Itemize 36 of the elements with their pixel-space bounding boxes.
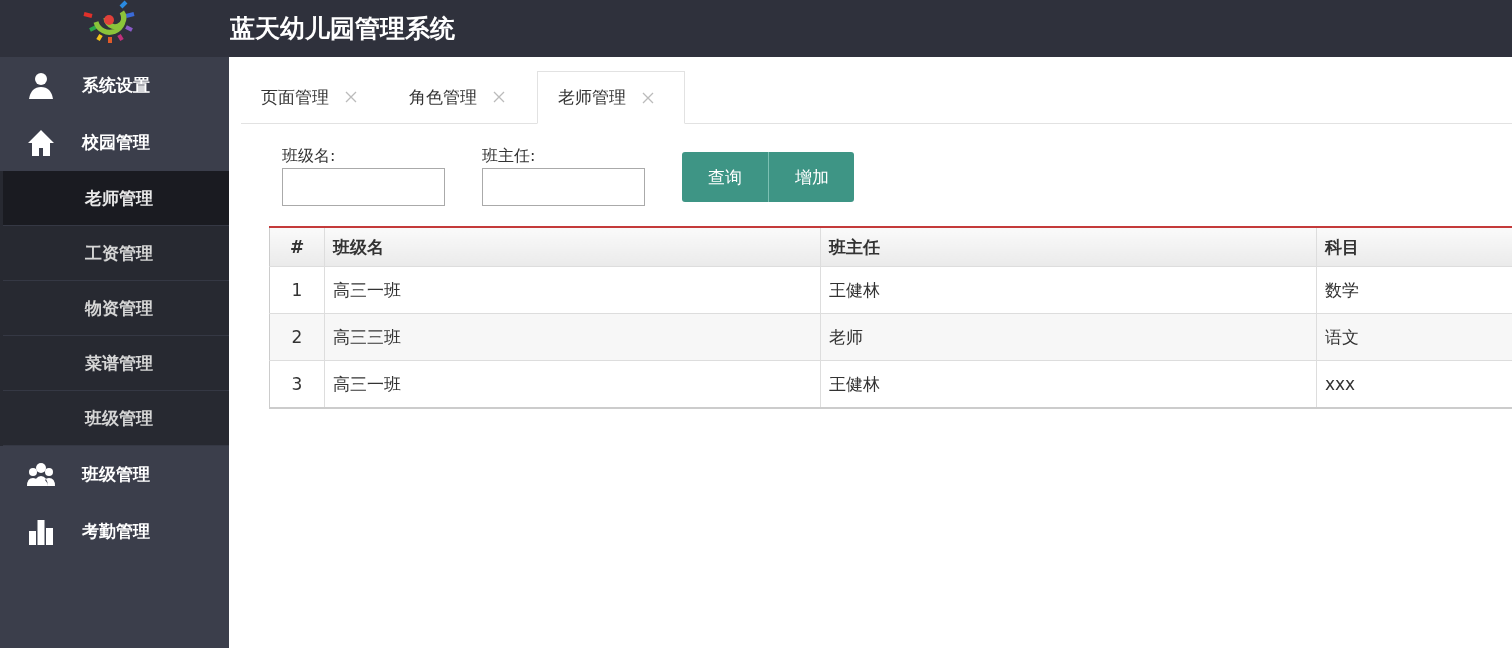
table-cell: 1 xyxy=(269,266,325,314)
table-cell: xxx xyxy=(1316,360,1512,408)
sidebar-item[interactable]: 系统设置 xyxy=(0,57,229,114)
close-icon[interactable] xyxy=(345,91,357,103)
table-cell: 2 xyxy=(269,313,325,361)
column-header: # xyxy=(269,227,325,267)
table-cell: 3 xyxy=(269,360,325,408)
tab[interactable]: 角色管理 xyxy=(389,71,537,123)
table-cell: 老师 xyxy=(820,313,1317,361)
column-header: 科目 xyxy=(1316,227,1512,267)
column-header: 班级名 xyxy=(324,227,821,267)
action-button[interactable]: 增加 xyxy=(768,152,854,202)
field-label: 班级名: xyxy=(282,146,337,166)
field-label: 班主任: xyxy=(482,146,537,166)
sidebar-item[interactable]: 校园管理 xyxy=(0,114,229,171)
close-icon[interactable] xyxy=(642,91,654,104)
table-cell: 高三三班 xyxy=(324,313,821,361)
table-cell: 王健林 xyxy=(820,360,1317,408)
column-header: 班主任 xyxy=(820,227,1317,267)
table-cell: 高三一班 xyxy=(324,360,821,408)
sidebar-item[interactable]: 考勤管理 xyxy=(0,503,229,560)
input-field[interactable] xyxy=(482,168,645,206)
tab[interactable]: 页面管理 xyxy=(241,71,389,123)
table-cell: 数学 xyxy=(1316,266,1512,314)
sidebar-item[interactable]: 班级管理 xyxy=(0,446,229,503)
submenu-item[interactable]: 老师管理 xyxy=(3,171,229,226)
table-cell: 高三一班 xyxy=(324,266,821,314)
person-icon xyxy=(27,70,55,101)
input-field[interactable] xyxy=(282,168,445,206)
table-cell: 王健林 xyxy=(820,266,1317,314)
tab[interactable]: 老师管理 xyxy=(537,71,685,124)
close-icon[interactable] xyxy=(493,91,505,103)
app-title: 蓝天幼儿园管理系统 xyxy=(230,13,455,45)
table-cell: 语文 xyxy=(1316,313,1512,361)
house-icon xyxy=(27,127,55,158)
action-button[interactable]: 查询 xyxy=(682,152,768,202)
